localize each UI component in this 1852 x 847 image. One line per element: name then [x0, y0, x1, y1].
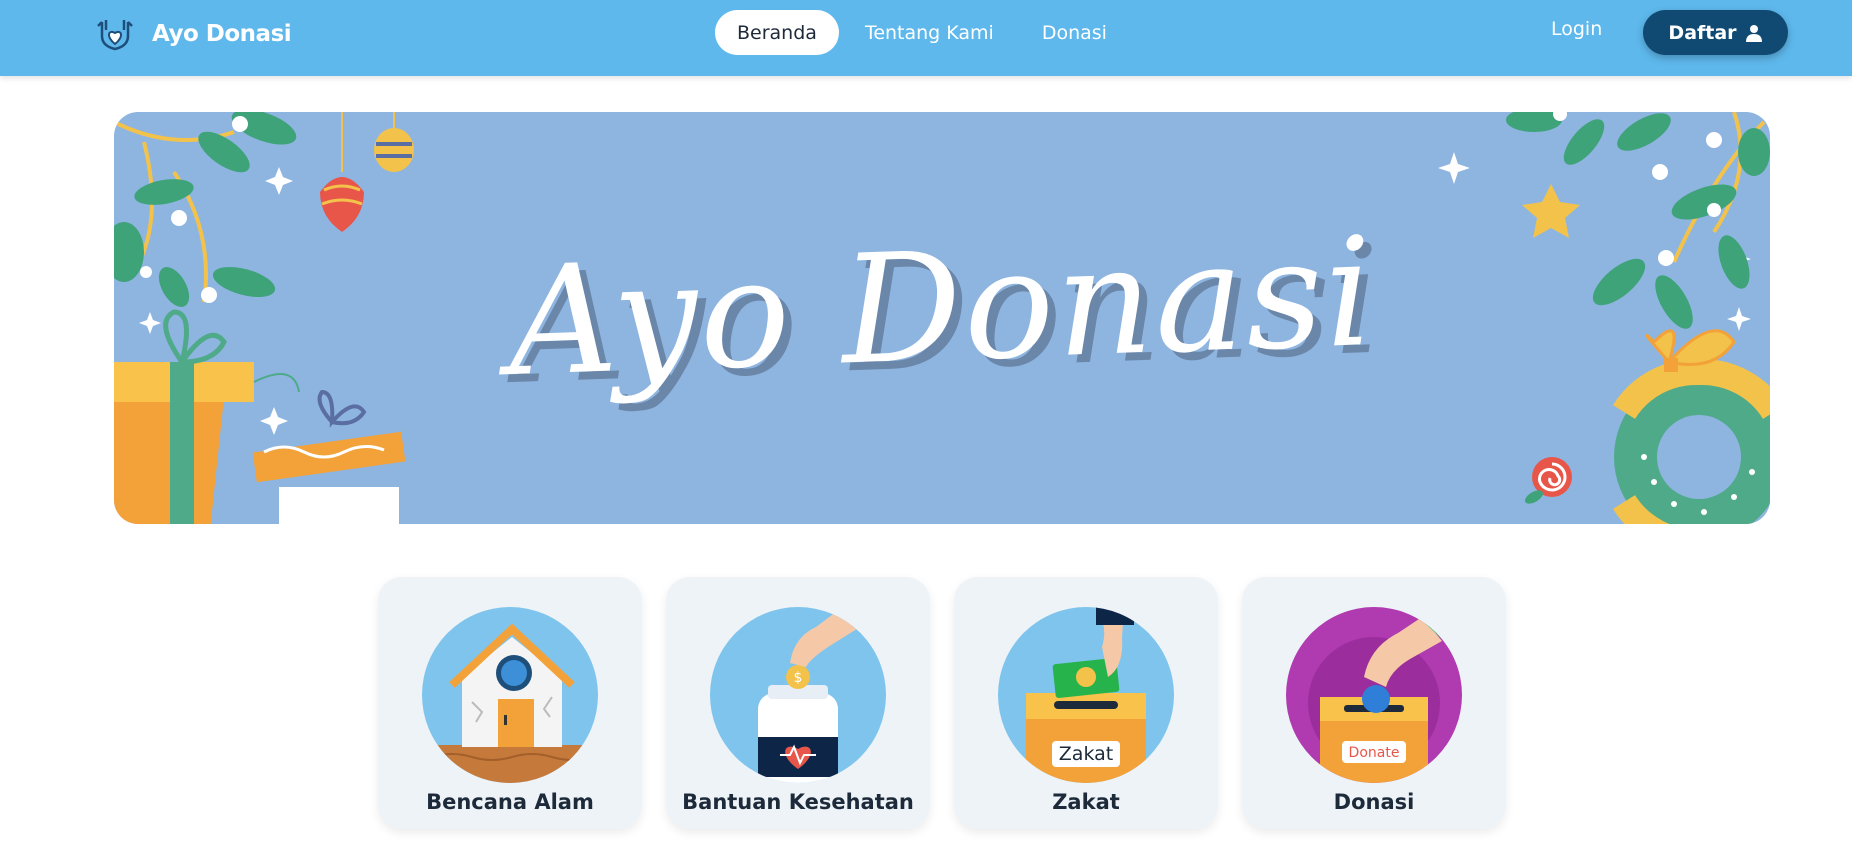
login-link[interactable]: Login — [1551, 18, 1602, 40]
category-card-bantuan-kesehatan[interactable]: $ Bantuan Kesehatan — [666, 577, 930, 829]
nav-donasi[interactable]: Donasi — [1020, 10, 1129, 55]
hero-banner: Ayo Donasi — [114, 112, 1770, 524]
heart-hands-icon — [97, 20, 133, 51]
category-cards: Bencana Alam $ Bantuan Kesehatan Zakat Z… — [378, 577, 1506, 829]
donate-box-illustration: Donate — [1286, 607, 1462, 783]
hero-title: Ayo Donasi — [505, 205, 1378, 411]
zakat-box-illustration: Zakat — [998, 607, 1174, 783]
category-card-bencana-alam[interactable]: Bencana Alam — [378, 577, 642, 829]
register-button-label: Daftar — [1668, 21, 1737, 44]
donate-box-text: Donate — [1349, 745, 1400, 761]
nav-beranda[interactable]: Beranda — [715, 10, 839, 55]
zakat-box-text: Zakat — [1059, 743, 1113, 765]
nav-tentang-kami[interactable]: Tentang Kami — [843, 10, 1016, 55]
category-card-donasi[interactable]: Donate Donasi — [1242, 577, 1506, 829]
dollar-coin-text: $ — [794, 670, 803, 686]
damaged-house-illustration — [422, 607, 598, 783]
brand-logo-link[interactable]: Ayo Donasi — [94, 14, 292, 54]
category-card-zakat[interactable]: Zakat Zakat — [954, 577, 1218, 829]
main-nav: Beranda Tentang Kami Donasi — [715, 10, 1129, 55]
register-button[interactable]: Daftar — [1643, 10, 1788, 55]
category-label: Zakat — [1052, 790, 1120, 814]
health-jar-illustration: $ — [710, 607, 886, 783]
user-icon — [1745, 24, 1762, 42]
category-label: Bantuan Kesehatan — [682, 790, 914, 814]
category-label: Donasi — [1333, 790, 1415, 814]
navbar: Ayo Donasi Beranda Tentang Kami Donasi L… — [0, 0, 1852, 76]
category-label: Bencana Alam — [426, 790, 594, 814]
brand-name: Ayo Donasi — [152, 21, 292, 47]
